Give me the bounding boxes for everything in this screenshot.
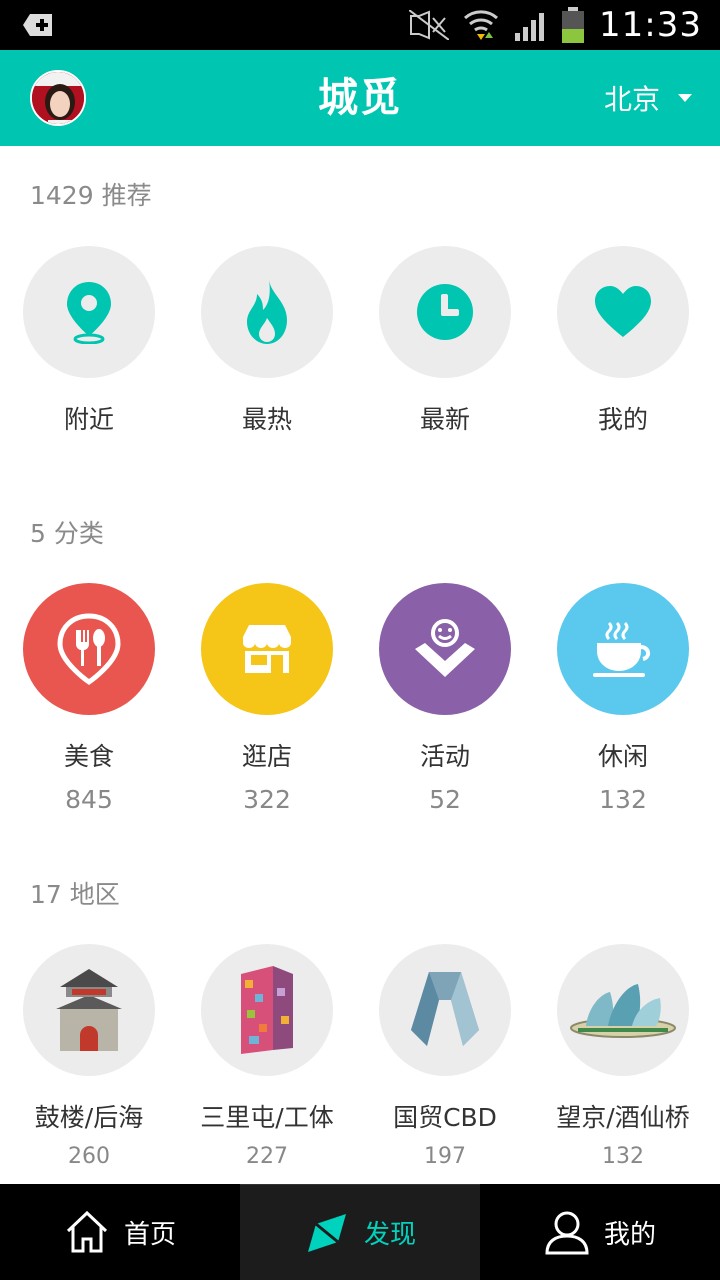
dropdown-caret-icon — [678, 94, 692, 102]
district-item-gulou[interactable]: 鼓楼/后海 260 — [0, 944, 178, 1169]
recommend-item-label: 附近 — [63, 405, 114, 434]
district-count: 197 — [424, 1144, 466, 1169]
city-label: 北京 — [603, 83, 660, 116]
categories-section-title: 5 分类 — [30, 519, 104, 548]
nav-discover[interactable]: 发现 — [240, 1184, 480, 1280]
category-count: 845 — [65, 785, 113, 814]
compass-icon — [307, 1213, 346, 1252]
district-count: 260 — [68, 1144, 110, 1169]
districts-section-title: 17 地区 — [30, 880, 120, 909]
nav-home[interactable]: 首页 — [0, 1184, 240, 1280]
district-item-wangjing[interactable]: 望京/酒仙桥 132 — [534, 944, 712, 1169]
nav-me-label: 我的 — [603, 1219, 656, 1250]
location-pin-icon — [67, 282, 111, 344]
district-label: 望京/酒仙桥 — [556, 1103, 690, 1132]
recommend-item-label: 最热 — [241, 405, 292, 434]
nav-me[interactable]: 我的 — [480, 1184, 720, 1280]
district-label: 国贸CBD — [393, 1103, 497, 1132]
cctv-tower-icon — [411, 972, 479, 1046]
district-label: 鼓楼/后海 — [34, 1103, 144, 1132]
coffee-cup-icon — [593, 621, 650, 677]
category-label: 休闲 — [597, 742, 648, 771]
recommend-item-newest[interactable]: 最新 — [356, 246, 534, 436]
recommend-item-mine[interactable]: 我的 — [534, 246, 712, 436]
user-icon — [545, 1211, 589, 1255]
app-header: 城觅 北京 — [0, 50, 720, 146]
wangjing-soho-icon — [570, 984, 676, 1038]
district-count: 227 — [246, 1144, 288, 1169]
category-item-food[interactable]: 美食 845 — [0, 583, 178, 814]
recommend-section-title: 1429 推荐 — [30, 181, 152, 210]
category-item-shopping[interactable]: 逛店 322 — [178, 583, 356, 814]
district-item-sanlitun[interactable]: 三里屯/工体 227 — [178, 944, 356, 1169]
recommend-item-nearby[interactable]: 附近 — [0, 246, 178, 436]
bottom-navigation: 首页 发现 我的 — [0, 1184, 720, 1280]
sanlitun-building-icon — [241, 966, 293, 1054]
recommend-item-label: 最新 — [419, 405, 470, 434]
home-icon — [66, 1210, 108, 1253]
recommend-item-hot[interactable]: 最热 — [178, 246, 356, 436]
wifi-icon — [464, 10, 499, 40]
battery-icon — [562, 7, 585, 43]
notification-add-icon — [22, 12, 54, 38]
drum-tower-icon — [56, 969, 122, 1051]
district-item-guomao[interactable]: 国贸CBD 197 — [356, 944, 534, 1169]
nav-discover-label: 发现 — [363, 1220, 416, 1250]
user-avatar[interactable] — [30, 70, 86, 126]
category-label: 活动 — [419, 742, 470, 771]
shop-icon — [243, 625, 291, 673]
category-label: 美食 — [63, 742, 114, 771]
clock-time: 11:33 — [599, 5, 702, 45]
signal-icon — [515, 13, 545, 41]
app-logo: 城觅 — [318, 75, 402, 121]
category-label: 逛店 — [241, 742, 292, 771]
category-count: 52 — [429, 785, 461, 814]
fork-spoon-icon — [57, 613, 121, 686]
mute-icon — [409, 10, 450, 40]
nav-home-label: 首页 — [123, 1219, 176, 1250]
flame-icon — [247, 280, 287, 344]
category-count: 322 — [243, 785, 291, 814]
category-item-leisure[interactable]: 休闲 132 — [534, 583, 712, 814]
heart-icon — [595, 286, 651, 337]
recommend-item-label: 我的 — [597, 405, 648, 434]
smile-hands-icon — [415, 619, 475, 677]
district-count: 132 — [602, 1144, 644, 1169]
category-count: 132 — [599, 785, 647, 814]
category-item-events[interactable]: 活动 52 — [356, 583, 534, 814]
city-selector[interactable]: 北京 — [604, 78, 692, 118]
status-bar: 11:33 — [0, 0, 720, 50]
district-label: 三里屯/工体 — [200, 1103, 334, 1132]
clock-icon — [417, 284, 473, 340]
